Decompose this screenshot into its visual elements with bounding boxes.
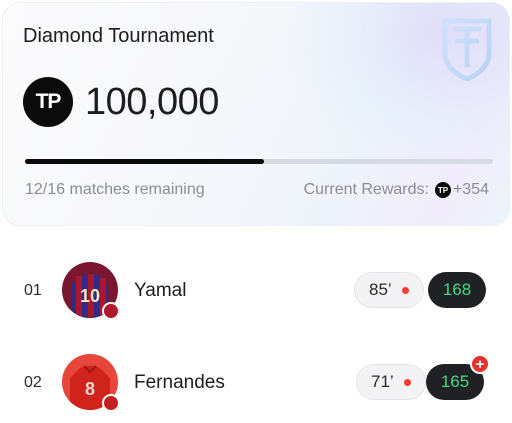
tp-coin-icon: TP bbox=[23, 77, 73, 127]
player-name: Fernandes bbox=[134, 372, 225, 393]
player-avatar: 10 bbox=[62, 262, 120, 320]
live-dot-icon bbox=[401, 286, 409, 294]
match-minute-pill: 85’ bbox=[354, 272, 424, 308]
player-score-pill[interactable]: 168 bbox=[428, 272, 486, 308]
tp-mini-icon: TP bbox=[434, 182, 451, 198]
club-badge-icon bbox=[102, 394, 120, 412]
club-badge-icon bbox=[102, 302, 120, 320]
match-minute: 85’ bbox=[369, 280, 392, 299]
shield-crest-icon bbox=[441, 17, 493, 82]
match-minute-pill: 71’ bbox=[356, 364, 426, 400]
match-minute: 71’ bbox=[371, 372, 394, 391]
live-dot-icon bbox=[403, 378, 411, 386]
match-progress-bar bbox=[25, 159, 493, 164]
svg-text:10: 10 bbox=[80, 286, 100, 306]
rewards-value: +354 bbox=[452, 181, 489, 198]
matches-remaining: 12/16 matches remaining bbox=[25, 181, 205, 198]
player-rank: 01 bbox=[24, 282, 42, 299]
tournament-card[interactable]: Diamond Tournament TP 100,000 12/16 matc… bbox=[2, 2, 510, 226]
match-progress-fill bbox=[25, 159, 264, 164]
tp-amount: 100,000 bbox=[85, 81, 219, 123]
player-row[interactable]: 01 10 Yamal 85’ 168 bbox=[10, 248, 502, 332]
current-rewards: Current Rewards: TP +354 bbox=[304, 181, 489, 199]
player-avatar: 8 bbox=[62, 354, 120, 412]
tournament-title: Diamond Tournament bbox=[23, 25, 214, 47]
plus-icon[interactable]: + bbox=[470, 354, 490, 374]
svg-text:8: 8 bbox=[85, 379, 95, 399]
player-rank: 02 bbox=[24, 374, 42, 391]
rewards-label: Current Rewards: bbox=[303, 181, 429, 198]
player-row[interactable]: 02 8 Fernandes 71’ 165 + bbox=[10, 340, 502, 423]
player-name: Yamal bbox=[134, 280, 187, 301]
